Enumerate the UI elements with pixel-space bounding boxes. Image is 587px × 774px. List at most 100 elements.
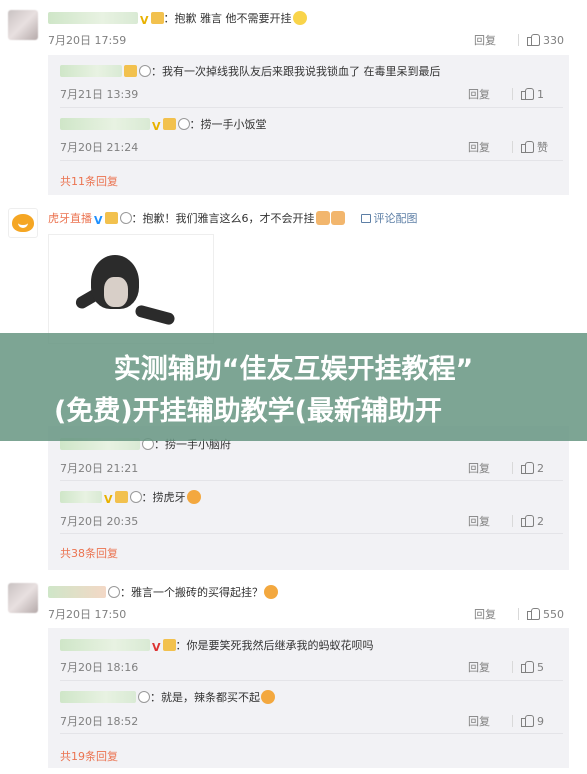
like-button[interactable]: 赞 <box>521 139 563 155</box>
thumbs-up-icon <box>521 462 534 474</box>
cat-emoji-icon <box>261 690 275 704</box>
meme-arm <box>134 304 176 326</box>
divider <box>60 480 563 481</box>
verified-icon: V <box>152 641 161 654</box>
more-replies-link[interactable]: 共19条回复 <box>60 748 118 764</box>
thumbs-up-icon <box>521 515 534 527</box>
like-count: 330 <box>543 33 564 47</box>
huya-logo-icon <box>12 214 34 232</box>
more-replies-link[interactable]: 共38条回复 <box>60 545 118 561</box>
divider <box>518 608 519 620</box>
like-count: 550 <box>543 607 564 621</box>
like-count: 赞 <box>537 141 548 154</box>
reply-time: 7月20日 18:16 <box>60 661 139 674</box>
reply-time: 7月20日 18:52 <box>60 715 139 728</box>
like-button[interactable]: 2 <box>521 462 563 475</box>
thumbs-up-icon <box>527 608 540 620</box>
reply-button[interactable]: 回复 <box>468 713 508 729</box>
username[interactable] <box>60 639 150 651</box>
comment-time: 7月20日 17:59 <box>48 34 127 47</box>
divider <box>512 661 513 673</box>
reply-line: V ：你是要笑死我然后继承我的蚂蚁花呗吗 <box>60 637 374 654</box>
like-button[interactable]: 550 <box>527 608 569 621</box>
reply-button[interactable]: 回复 <box>468 460 508 476</box>
reply-text: ：捞虎牙 <box>141 491 186 504</box>
banner-title-line1: 实测辅助“佳友互娱开挂教程” <box>113 354 474 385</box>
like-count: 1 <box>537 87 544 101</box>
divider <box>518 34 519 46</box>
username[interactable] <box>48 12 138 24</box>
cat-emoji-icon <box>264 585 278 599</box>
reply-box: ：捞一手小脑府 7月20日 21:21 回复 2 V ：捞虎牙 7月20日 20:… <box>48 426 569 570</box>
comment-text: ：雅言一个搬砖的买得起挂？ <box>120 586 263 599</box>
reply-actions: 回复 2 <box>468 513 563 529</box>
avatar[interactable] <box>8 10 38 40</box>
image-link-label: 评论配图 <box>373 212 418 225</box>
reply-button[interactable]: 回复 <box>468 86 508 102</box>
more-replies-link[interactable]: 共11条回复 <box>60 173 118 189</box>
comment-text: ：抱歉！我们雅言这么6，才不会开挂 <box>131 212 315 225</box>
comment-line: V ：抱歉 雅言 他不需要开挂 <box>48 10 307 27</box>
like-button[interactable]: 9 <box>521 715 563 728</box>
meme-face <box>104 277 128 307</box>
vip-badge-icon <box>162 639 176 651</box>
reply-time: 7月20日 21:24 <box>60 141 139 154</box>
username[interactable] <box>60 691 136 703</box>
username[interactable] <box>60 65 122 77</box>
reply-box: V ：你是要笑死我然后继承我的蚂蚁花呗吗 7月20日 18:16 回复 5 ：就是… <box>48 628 569 768</box>
like-button[interactable]: 5 <box>521 661 563 674</box>
username[interactable]: 虎牙直播 <box>48 212 92 225</box>
reply-time: 7月21日 13:39 <box>60 88 139 101</box>
comment-image-link[interactable]: 评论配图 <box>360 212 418 225</box>
avatar[interactable] <box>8 583 38 613</box>
divider <box>512 715 513 727</box>
panda-icon <box>177 118 190 130</box>
banner-title-line2: (免费)开挂辅助教学(最新辅助开 <box>54 396 443 427</box>
divider <box>512 141 513 153</box>
reply-text: ：就是，辣条都买不起 <box>150 691 260 704</box>
reply-button[interactable]: 回复 <box>468 659 508 675</box>
reply-actions: 回复 1 <box>468 86 563 102</box>
vip-badge-icon <box>162 118 176 130</box>
comment-actions: 回复 550 <box>474 606 569 622</box>
username[interactable] <box>60 118 150 130</box>
vip-badge-icon <box>104 212 118 224</box>
reply-button[interactable]: 回复 <box>474 32 514 48</box>
comment-image[interactable] <box>48 234 214 344</box>
avatar[interactable] <box>8 208 38 238</box>
panda-icon <box>129 491 142 503</box>
reply-text: ：捞一手小饭堂 <box>189 118 267 131</box>
reply-line: V ：捞虎牙 <box>60 489 201 506</box>
comment-line: ：雅言一个搬砖的买得起挂？ <box>48 584 278 600</box>
like-count: 5 <box>537 660 544 674</box>
vip-badge-icon <box>114 491 128 503</box>
like-button[interactable]: 330 <box>527 34 569 47</box>
reply-actions: 回复 赞 <box>468 139 563 155</box>
reply-button[interactable]: 回复 <box>474 606 514 622</box>
panda-icon <box>138 691 150 703</box>
verified-icon: V <box>104 493 113 506</box>
vip-badge-icon <box>150 12 164 24</box>
verified-icon: V <box>140 14 149 27</box>
comment-line: 虎牙直播 V ：抱歉！我们雅言这么6，才不会开挂 评论配图 <box>48 210 418 227</box>
reply-text: ：我有一次掉线我队友后来跟我说我锁血了 在毒里呆到最后 <box>151 65 441 78</box>
reply-time: 7月20日 20:35 <box>60 515 139 528</box>
panda-icon <box>139 65 151 77</box>
tiger-emoji-icon <box>186 490 201 504</box>
thumbs-up-icon <box>521 661 534 673</box>
username[interactable] <box>48 586 106 598</box>
vip-badge-icon <box>124 65 137 77</box>
panda-icon <box>108 586 120 598</box>
thumbs-up-icon <box>521 141 534 153</box>
like-button[interactable]: 1 <box>521 88 563 101</box>
overlay-banner: 实测辅助“佳友互娱开挂教程” (免费)开挂辅助教学(最新辅助开 <box>0 333 587 441</box>
like-button[interactable]: 2 <box>521 515 563 528</box>
username[interactable] <box>60 491 102 503</box>
divider <box>512 515 513 527</box>
reply-button[interactable]: 回复 <box>468 513 508 529</box>
divider <box>60 160 563 161</box>
divider <box>60 680 563 681</box>
reply-line: V ：捞一手小饭堂 <box>60 116 267 133</box>
smile-emoji-icon <box>292 11 307 25</box>
reply-button[interactable]: 回复 <box>468 139 508 155</box>
